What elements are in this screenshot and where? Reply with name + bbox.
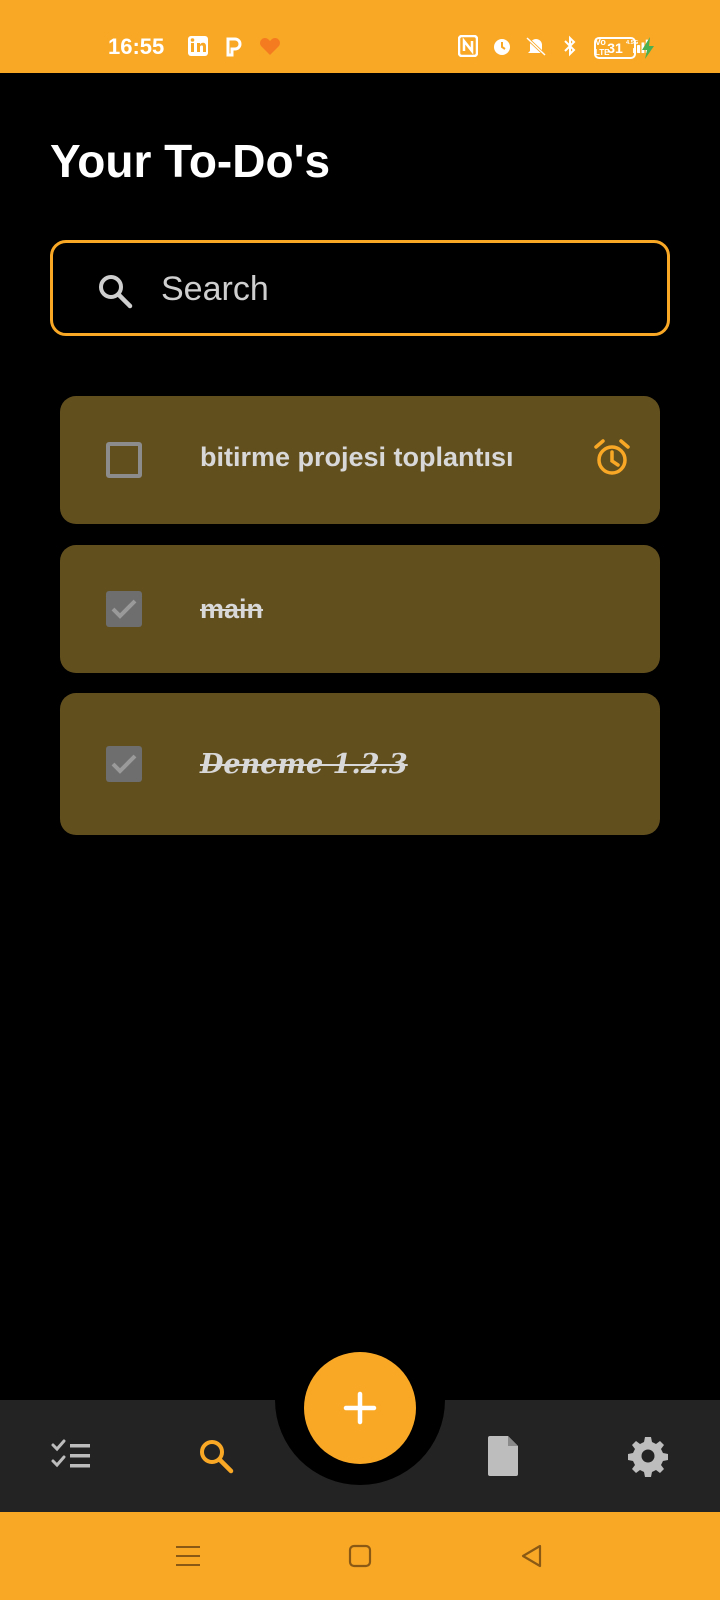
notes-icon[interactable] [476,1428,532,1484]
back-icon[interactable] [514,1538,550,1574]
todo-label: bitirme projesi toplantısı [200,442,514,472]
todo-item[interactable]: Deneme 1.2.3 [60,693,660,835]
system-nav-bar [0,1512,720,1600]
todo-label: main [200,594,264,624]
search-icon [95,271,135,316]
alarm-icon[interactable] [592,438,632,483]
check-icon [111,754,137,774]
settings-icon[interactable] [620,1428,676,1484]
status-left-icons [186,34,282,58]
search-input[interactable] [161,263,641,315]
mute-icon [524,34,548,58]
status-bar: 16:55 Vo LTE 4.5G 31 [0,0,720,73]
todo-checkbox[interactable] [106,746,142,782]
page-title: Your To-Do's [50,135,331,187]
heart-app-icon [258,34,282,58]
bluetooth-icon [558,34,582,58]
todo-label: Deneme 1.2.3 [200,749,408,780]
check-icon [111,599,137,619]
todo-item[interactable]: main [60,545,660,673]
battery-indicator: 31 [594,37,640,59]
todo-checkbox[interactable] [106,442,142,478]
tasks-icon[interactable] [44,1428,100,1484]
status-time: 16:55 [108,34,165,59]
todo-checkbox[interactable] [106,591,142,627]
menu-icon[interactable] [170,1538,206,1574]
search-box[interactable] [50,240,670,336]
plus-icon [343,1391,377,1425]
nfc-icon [456,34,480,58]
app-screen: 16:55 Vo LTE 4.5G 31 Your To-Do's Search… [0,0,720,1600]
search-icon[interactable] [188,1428,244,1484]
alarm-icon [490,34,514,58]
charging-icon [640,36,656,65]
todo-item[interactable]: bitirme projesi toplantısı [60,396,660,524]
home-icon[interactable] [342,1538,378,1574]
linkedin-icon [186,34,210,58]
p-app-icon [222,34,246,58]
add-todo-button[interactable] [304,1352,416,1464]
